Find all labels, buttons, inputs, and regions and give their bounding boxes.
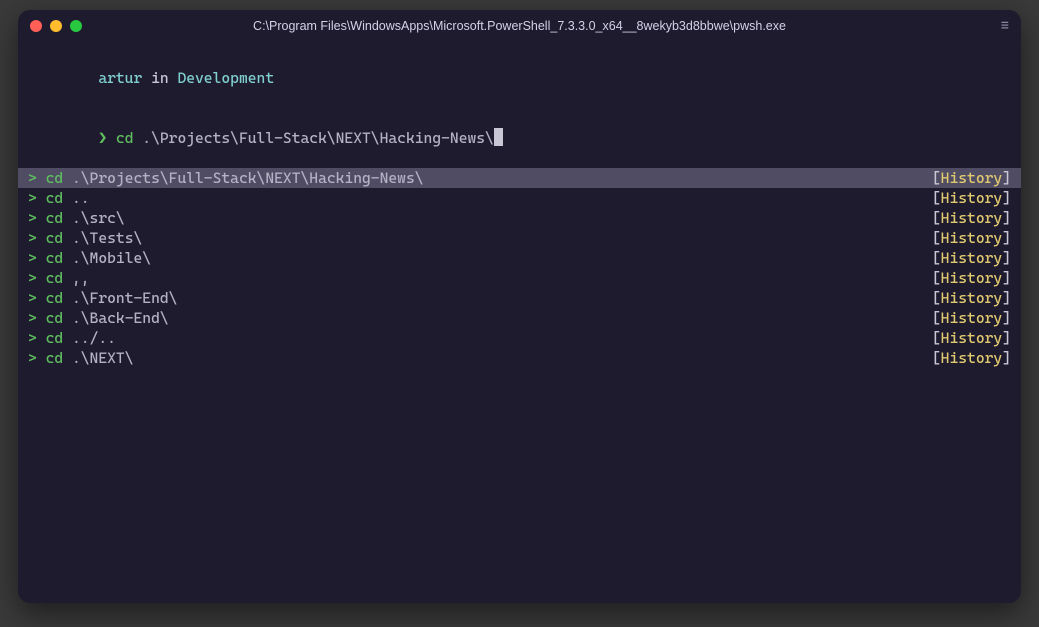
- history-tag: [History]: [932, 288, 1011, 308]
- suggestion-command: cd: [46, 189, 64, 207]
- list-arrow: >: [28, 249, 37, 267]
- suggestion-args: ,,: [72, 269, 90, 287]
- history-suggestion-item[interactable]: > cd .\Tests\ [History]: [18, 228, 1021, 248]
- suggestion-args: ..: [72, 189, 90, 207]
- history-suggestion-item[interactable]: > cd .\NEXT\ [History]: [18, 348, 1021, 368]
- history-tag: [History]: [932, 228, 1011, 248]
- suggestion-command: cd: [46, 329, 64, 347]
- history-suggestion-item[interactable]: > cd ,, [History]: [18, 268, 1021, 288]
- prompt-command: cd: [116, 129, 134, 147]
- hamburger-icon[interactable]: ≡: [1001, 19, 1009, 33]
- terminal-window: C:\Program Files\WindowsApps\Microsoft.P…: [18, 10, 1021, 603]
- list-arrow: >: [28, 349, 37, 367]
- history-tag: [History]: [932, 208, 1011, 228]
- suggestion-args: .\NEXT\: [72, 349, 134, 367]
- maximize-icon[interactable]: [70, 20, 82, 32]
- history-suggestion-item[interactable]: > cd .. [History]: [18, 188, 1021, 208]
- suggestion-args: .\Back-End\: [72, 309, 169, 327]
- prompt-input-line[interactable]: ❯ cd .\Projects\Full-Stack\NEXT\Hacking-…: [18, 108, 1021, 168]
- list-arrow: >: [28, 329, 37, 347]
- suggestion-args: .\Tests\: [72, 229, 142, 247]
- suggestion-args: ../..: [72, 329, 116, 347]
- list-arrow: >: [28, 229, 37, 247]
- history-suggestion-item[interactable]: > cd .\Mobile\ [History]: [18, 248, 1021, 268]
- history-tag: [History]: [932, 328, 1011, 348]
- prompt-args: .\Projects\Full-Stack\NEXT\Hacking-News\: [142, 129, 494, 147]
- minimize-icon[interactable]: [50, 20, 62, 32]
- suggestion-command: cd: [46, 269, 64, 287]
- history-suggestion-item[interactable]: > cd ../.. [History]: [18, 328, 1021, 348]
- prompt-context-line: artur in Development: [18, 48, 1021, 108]
- list-arrow: >: [28, 169, 37, 187]
- cursor-icon: [494, 128, 503, 146]
- list-arrow: >: [28, 309, 37, 327]
- suggestion-command: cd: [46, 309, 64, 327]
- list-arrow: >: [28, 209, 37, 227]
- history-tag: [History]: [932, 348, 1011, 368]
- history-tag: [History]: [932, 188, 1011, 208]
- history-tag: [History]: [932, 268, 1011, 288]
- suggestion-command: cd: [46, 169, 64, 187]
- list-arrow: >: [28, 269, 37, 287]
- suggestion-command: cd: [46, 289, 64, 307]
- traffic-lights: [30, 20, 82, 32]
- history-tag: [History]: [932, 248, 1011, 268]
- suggestion-command: cd: [46, 209, 64, 227]
- suggestion-command: cd: [46, 349, 64, 367]
- prompt-arrow: ❯: [98, 129, 107, 147]
- prompt-in: in: [151, 69, 169, 87]
- suggestion-args: .\src\: [72, 209, 125, 227]
- list-arrow: >: [28, 289, 37, 307]
- prompt-user: artur: [98, 69, 142, 87]
- window-title: C:\Program Files\WindowsApps\Microsoft.P…: [18, 16, 1021, 36]
- suggestion-args: .\Front-End\: [72, 289, 177, 307]
- suggestion-command: cd: [46, 229, 64, 247]
- history-suggestion-list: > cd .\Projects\Full-Stack\NEXT\Hacking-…: [18, 168, 1021, 368]
- prompt-location: Development: [177, 69, 274, 87]
- list-arrow: >: [28, 189, 37, 207]
- titlebar: C:\Program Files\WindowsApps\Microsoft.P…: [18, 10, 1021, 42]
- suggestion-args: .\Mobile\: [72, 249, 151, 267]
- history-suggestion-item[interactable]: > cd .\src\ [History]: [18, 208, 1021, 228]
- suggestion-command: cd: [46, 249, 64, 267]
- history-suggestion-item[interactable]: > cd .\Projects\Full-Stack\NEXT\Hacking-…: [18, 168, 1021, 188]
- terminal-body[interactable]: artur in Development ❯ cd .\Projects\Ful…: [18, 42, 1021, 603]
- history-suggestion-item[interactable]: > cd .\Front-End\ [History]: [18, 288, 1021, 308]
- history-tag: [History]: [932, 168, 1011, 188]
- close-icon[interactable]: [30, 20, 42, 32]
- history-suggestion-item[interactable]: > cd .\Back-End\ [History]: [18, 308, 1021, 328]
- suggestion-args: .\Projects\Full-Stack\NEXT\Hacking-News\: [72, 169, 424, 187]
- history-tag: [History]: [932, 308, 1011, 328]
